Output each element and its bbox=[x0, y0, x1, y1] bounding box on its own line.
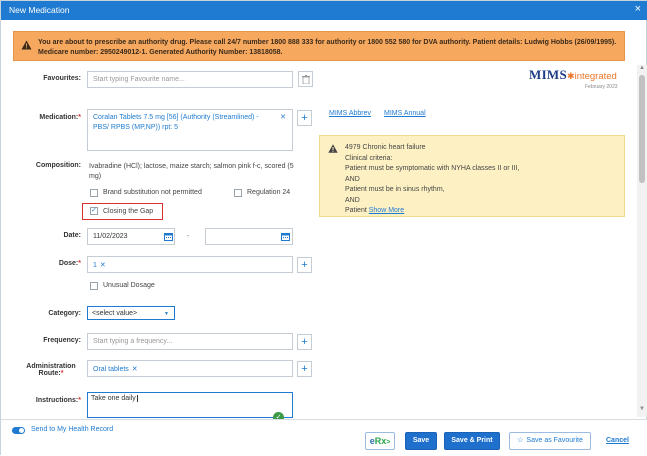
save-as-favourite-button[interactable]: ☆ Save as Favourite bbox=[509, 432, 591, 450]
erx-button[interactable]: eRx> bbox=[365, 432, 395, 450]
plus-icon: + bbox=[301, 112, 308, 124]
brand-substitution-checkbox[interactable] bbox=[90, 189, 98, 197]
maple-leaf-icon: ✱ bbox=[567, 71, 575, 81]
favourites-label: Favourites: bbox=[43, 75, 81, 82]
new-medication-dialog: New Medication × You are about to prescr… bbox=[0, 0, 647, 456]
mims-logo: MIMS✱integrated February 2023 bbox=[529, 67, 618, 90]
dialog-title: New Medication bbox=[9, 5, 70, 15]
regulation-24-label: Regulation 24 bbox=[247, 189, 291, 196]
info-line: AND bbox=[345, 175, 360, 183]
info-last-prefix: Patient bbox=[345, 207, 367, 214]
save-button[interactable]: Save bbox=[405, 432, 437, 450]
plus-icon: + bbox=[301, 363, 308, 375]
category-label: Category: bbox=[48, 310, 81, 317]
info-line: Clinical criteria: bbox=[345, 154, 393, 162]
dose-input[interactable]: 1 ✕ bbox=[87, 256, 293, 273]
dose-label-text: Dose: bbox=[58, 260, 79, 267]
info-lines: 4979 Chronic heart failure Clinical crit… bbox=[345, 143, 519, 217]
closing-the-gap-label: Closing the Gap bbox=[103, 208, 154, 215]
mims-integrated: integrated bbox=[574, 71, 617, 82]
cancel-link[interactable]: Cancel bbox=[606, 437, 629, 444]
erx-rx: Rx bbox=[374, 436, 387, 446]
dose-tag: 1 ✕ bbox=[93, 261, 106, 269]
my-health-record-toggle[interactable] bbox=[12, 427, 25, 434]
medication-label: Medication:* bbox=[39, 114, 81, 121]
closing-the-gap-checkbox[interactable]: ✓ bbox=[90, 207, 98, 215]
info-line-last: Patient Show More bbox=[345, 206, 519, 217]
chevron-down-icon: ▼ bbox=[164, 311, 169, 317]
instructions-label: Instructions:* bbox=[35, 397, 81, 404]
end-date-input[interactable] bbox=[205, 228, 293, 245]
medication-value: Coralan Tablets 7.5 mg [56] (Authority (… bbox=[93, 114, 259, 131]
date-label: Date: bbox=[63, 232, 81, 239]
start-date-input[interactable]: 11/02/2023 bbox=[87, 228, 175, 245]
administration-route-input[interactable]: Oral tablets ✕ bbox=[87, 360, 293, 377]
frequency-label: Frequency: bbox=[43, 337, 81, 344]
regulation-24-checkbox[interactable] bbox=[234, 189, 242, 197]
instructions-textarea[interactable]: Take one daily bbox=[87, 392, 293, 418]
instructions-value: Take one daily bbox=[91, 395, 136, 402]
remove-icon[interactable]: ✕ bbox=[100, 262, 106, 269]
plus-icon: + bbox=[301, 336, 308, 348]
info-line: Patient must be symptomatic with NYHA cl… bbox=[345, 165, 520, 172]
calendar-icon[interactable] bbox=[281, 232, 290, 241]
plus-icon: + bbox=[301, 259, 308, 271]
mims-brand: MIMS bbox=[529, 67, 568, 82]
add-dose-button[interactable]: + bbox=[297, 257, 312, 273]
remove-icon[interactable]: ✕ bbox=[280, 113, 286, 123]
toggle-knob bbox=[19, 428, 24, 433]
warning-icon bbox=[21, 40, 32, 50]
unusual-dosage-checkbox[interactable] bbox=[90, 282, 98, 290]
dose-tag-text: 1 bbox=[93, 262, 97, 269]
info-line: AND bbox=[345, 196, 360, 204]
administration-label-line2: Route: bbox=[38, 370, 61, 377]
add-medication-button[interactable]: + bbox=[297, 110, 312, 126]
star-icon: ☆ bbox=[517, 437, 524, 444]
category-select[interactable]: <select value> ▼ bbox=[87, 306, 175, 320]
remove-icon[interactable]: ✕ bbox=[132, 366, 138, 373]
save-print-button[interactable]: Save & Print bbox=[444, 432, 500, 450]
authority-alert: You are about to prescribe an authority … bbox=[13, 31, 625, 61]
scroll-up-icon[interactable]: ▲ bbox=[639, 65, 645, 71]
show-more-link[interactable]: Show More bbox=[369, 207, 404, 214]
alert-text: You are about to prescribe an authority … bbox=[38, 39, 617, 56]
mims-date: February 2023 bbox=[585, 84, 618, 90]
scrollbar-thumb[interactable] bbox=[639, 75, 645, 183]
instructions-label-text: Instructions: bbox=[35, 397, 79, 404]
warning-icon bbox=[328, 144, 338, 153]
frequency-input[interactable]: Start typing a frequency... bbox=[87, 333, 293, 350]
trash-icon[interactable] bbox=[298, 71, 313, 87]
favourites-input[interactable]: Start typing Favourite name... bbox=[87, 71, 293, 88]
save-as-favourite-label: Save as Favourite bbox=[526, 437, 583, 444]
calendar-icon[interactable] bbox=[164, 232, 173, 241]
info-line: 4979 Chronic heart failure bbox=[345, 144, 426, 151]
route-tag-text: Oral tablets bbox=[93, 366, 129, 373]
mims-annual-link[interactable]: MIMS Annual bbox=[384, 110, 426, 117]
scroll-down-icon[interactable]: ▼ bbox=[639, 406, 645, 412]
my-health-record-label: Send to My Health Record bbox=[31, 426, 114, 433]
scrollbar[interactable]: ▲ ▼ bbox=[637, 65, 647, 417]
medication-input[interactable]: Coralan Tablets 7.5 mg [56] (Authority (… bbox=[87, 109, 293, 151]
medication-label-text: Medication: bbox=[39, 114, 79, 121]
add-route-button[interactable]: + bbox=[297, 361, 312, 377]
dialog-titlebar: New Medication × bbox=[1, 1, 647, 20]
brand-substitution-label: Brand substitution not permitted bbox=[103, 189, 202, 196]
mims-abbrev-link[interactable]: MIMS Abbrev bbox=[329, 110, 371, 117]
close-icon[interactable]: × bbox=[635, 3, 641, 16]
unusual-dosage-label: Unusual Dosage bbox=[103, 282, 155, 289]
composition-value: Ivabradine (HCl); lactose, maize starch;… bbox=[89, 163, 294, 180]
route-tag: Oral tablets ✕ bbox=[93, 365, 138, 373]
composition-label: Composition: bbox=[35, 162, 81, 169]
authority-info-box: 4979 Chronic heart failure Clinical crit… bbox=[319, 135, 625, 217]
date-separator: - bbox=[187, 233, 190, 240]
info-line: Patient must be in sinus rhythm, bbox=[345, 186, 445, 193]
administration-label-line1: Administration bbox=[26, 363, 76, 370]
administration-route-label: Administration Route:* bbox=[26, 363, 76, 377]
add-frequency-button[interactable]: + bbox=[297, 334, 312, 350]
dose-label: Dose:* bbox=[58, 260, 81, 267]
text-cursor bbox=[136, 395, 138, 402]
erx-arrow: > bbox=[386, 439, 391, 446]
category-selected: <select value> bbox=[92, 310, 138, 317]
